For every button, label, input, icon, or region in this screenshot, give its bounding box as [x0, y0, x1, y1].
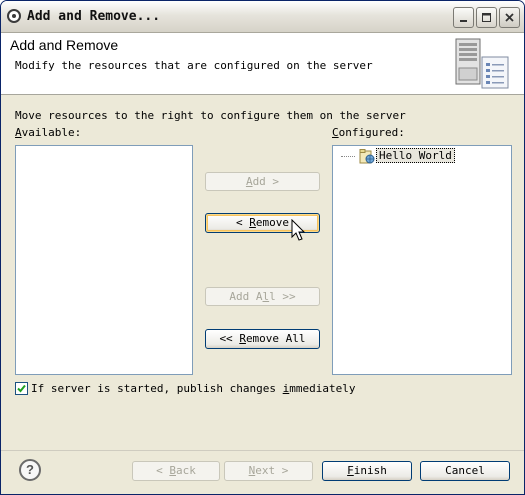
remove-button-mnemonic: R — [249, 216, 256, 229]
next-button-label: ext > — [255, 464, 289, 477]
back-button-prefix: < — [156, 464, 170, 477]
finish-button-label: inish — [353, 464, 387, 477]
next-button[interactable]: Next > — [224, 461, 313, 481]
dialog-window: Add and Remove... Add and Remove Modify … — [0, 0, 525, 495]
window-title: Add and Remove... — [27, 9, 161, 24]
server-wizard-icon — [455, 38, 509, 89]
remove-all-button-mnemonic: R — [239, 332, 246, 345]
finish-button[interactable]: Finish — [322, 461, 412, 481]
add-all-button[interactable]: Add All >> — [205, 287, 320, 306]
configured-list[interactable]: Hello World — [332, 145, 512, 375]
publish-checkbox-label[interactable]: If server is started, publish changes im… — [31, 382, 356, 395]
tree-item-label: Hello World — [376, 148, 455, 163]
available-list[interactable] — [15, 145, 193, 375]
available-label: Available: — [15, 126, 81, 139]
add-button[interactable]: Add > — [205, 172, 320, 191]
remove-button-label: emove — [255, 216, 289, 229]
available-label-rest: vailable: — [21, 126, 82, 139]
page-title: Add and Remove — [10, 37, 119, 53]
close-button[interactable] — [499, 7, 520, 28]
tree-item-hello-world[interactable]: Hello World — [333, 146, 503, 166]
back-button[interactable]: < Back — [132, 461, 220, 481]
finish-button-mnemonic: F — [347, 464, 354, 477]
minimize-icon — [460, 20, 467, 22]
configured-label: Configured: — [332, 126, 405, 139]
minimize-button[interactable] — [453, 7, 474, 28]
back-button-label: ack — [176, 464, 196, 477]
web-project-icon — [359, 149, 375, 164]
add-button-label: dd > — [252, 175, 280, 188]
available-label-mnemonic: A — [15, 126, 22, 139]
help-icon[interactable]: ? — [19, 459, 41, 481]
instructions-text: Move resources to the right to configure… — [15, 109, 406, 122]
add-button-mnemonic: A — [245, 175, 253, 188]
close-icon — [505, 13, 514, 22]
wizard-header: Add and Remove Modify the resources that… — [1, 33, 524, 95]
publish-label-prefix: If server is started, publish changes — [31, 382, 283, 395]
checkmark-icon — [17, 384, 26, 393]
add-all-button-prefix: Add A — [229, 290, 263, 303]
wizard-footer: ? < Back Next > Finish Cancel — [1, 450, 524, 494]
back-button-mnemonic: B — [169, 464, 176, 477]
tree-connector-line — [341, 156, 355, 157]
configured-label-mnemonic: C — [332, 126, 339, 139]
publish-label-rest: mmediately — [289, 382, 356, 395]
add-all-button-label: l >> — [269, 290, 296, 303]
configured-label-rest: onfigured: — [338, 126, 405, 139]
page-description: Modify the resources that are configured… — [15, 59, 373, 72]
cancel-button-label: Cancel — [445, 464, 485, 477]
remove-all-button-label: emove All — [245, 332, 306, 345]
publish-checkbox[interactable] — [15, 382, 28, 395]
maximize-button[interactable] — [476, 7, 497, 28]
cancel-button[interactable]: Cancel — [420, 461, 510, 481]
remove-all-button-prefix: << — [219, 332, 240, 345]
title-bar[interactable]: Add and Remove... — [1, 1, 524, 33]
remove-all-button[interactable]: << Remove All — [205, 329, 320, 349]
eclipse-icon — [7, 9, 21, 23]
maximize-icon — [482, 13, 491, 22]
wizard-content: Move resources to the right to configure… — [1, 95, 524, 450]
remove-button-prefix: < — [236, 216, 250, 229]
mouse-cursor-icon — [291, 219, 306, 241]
